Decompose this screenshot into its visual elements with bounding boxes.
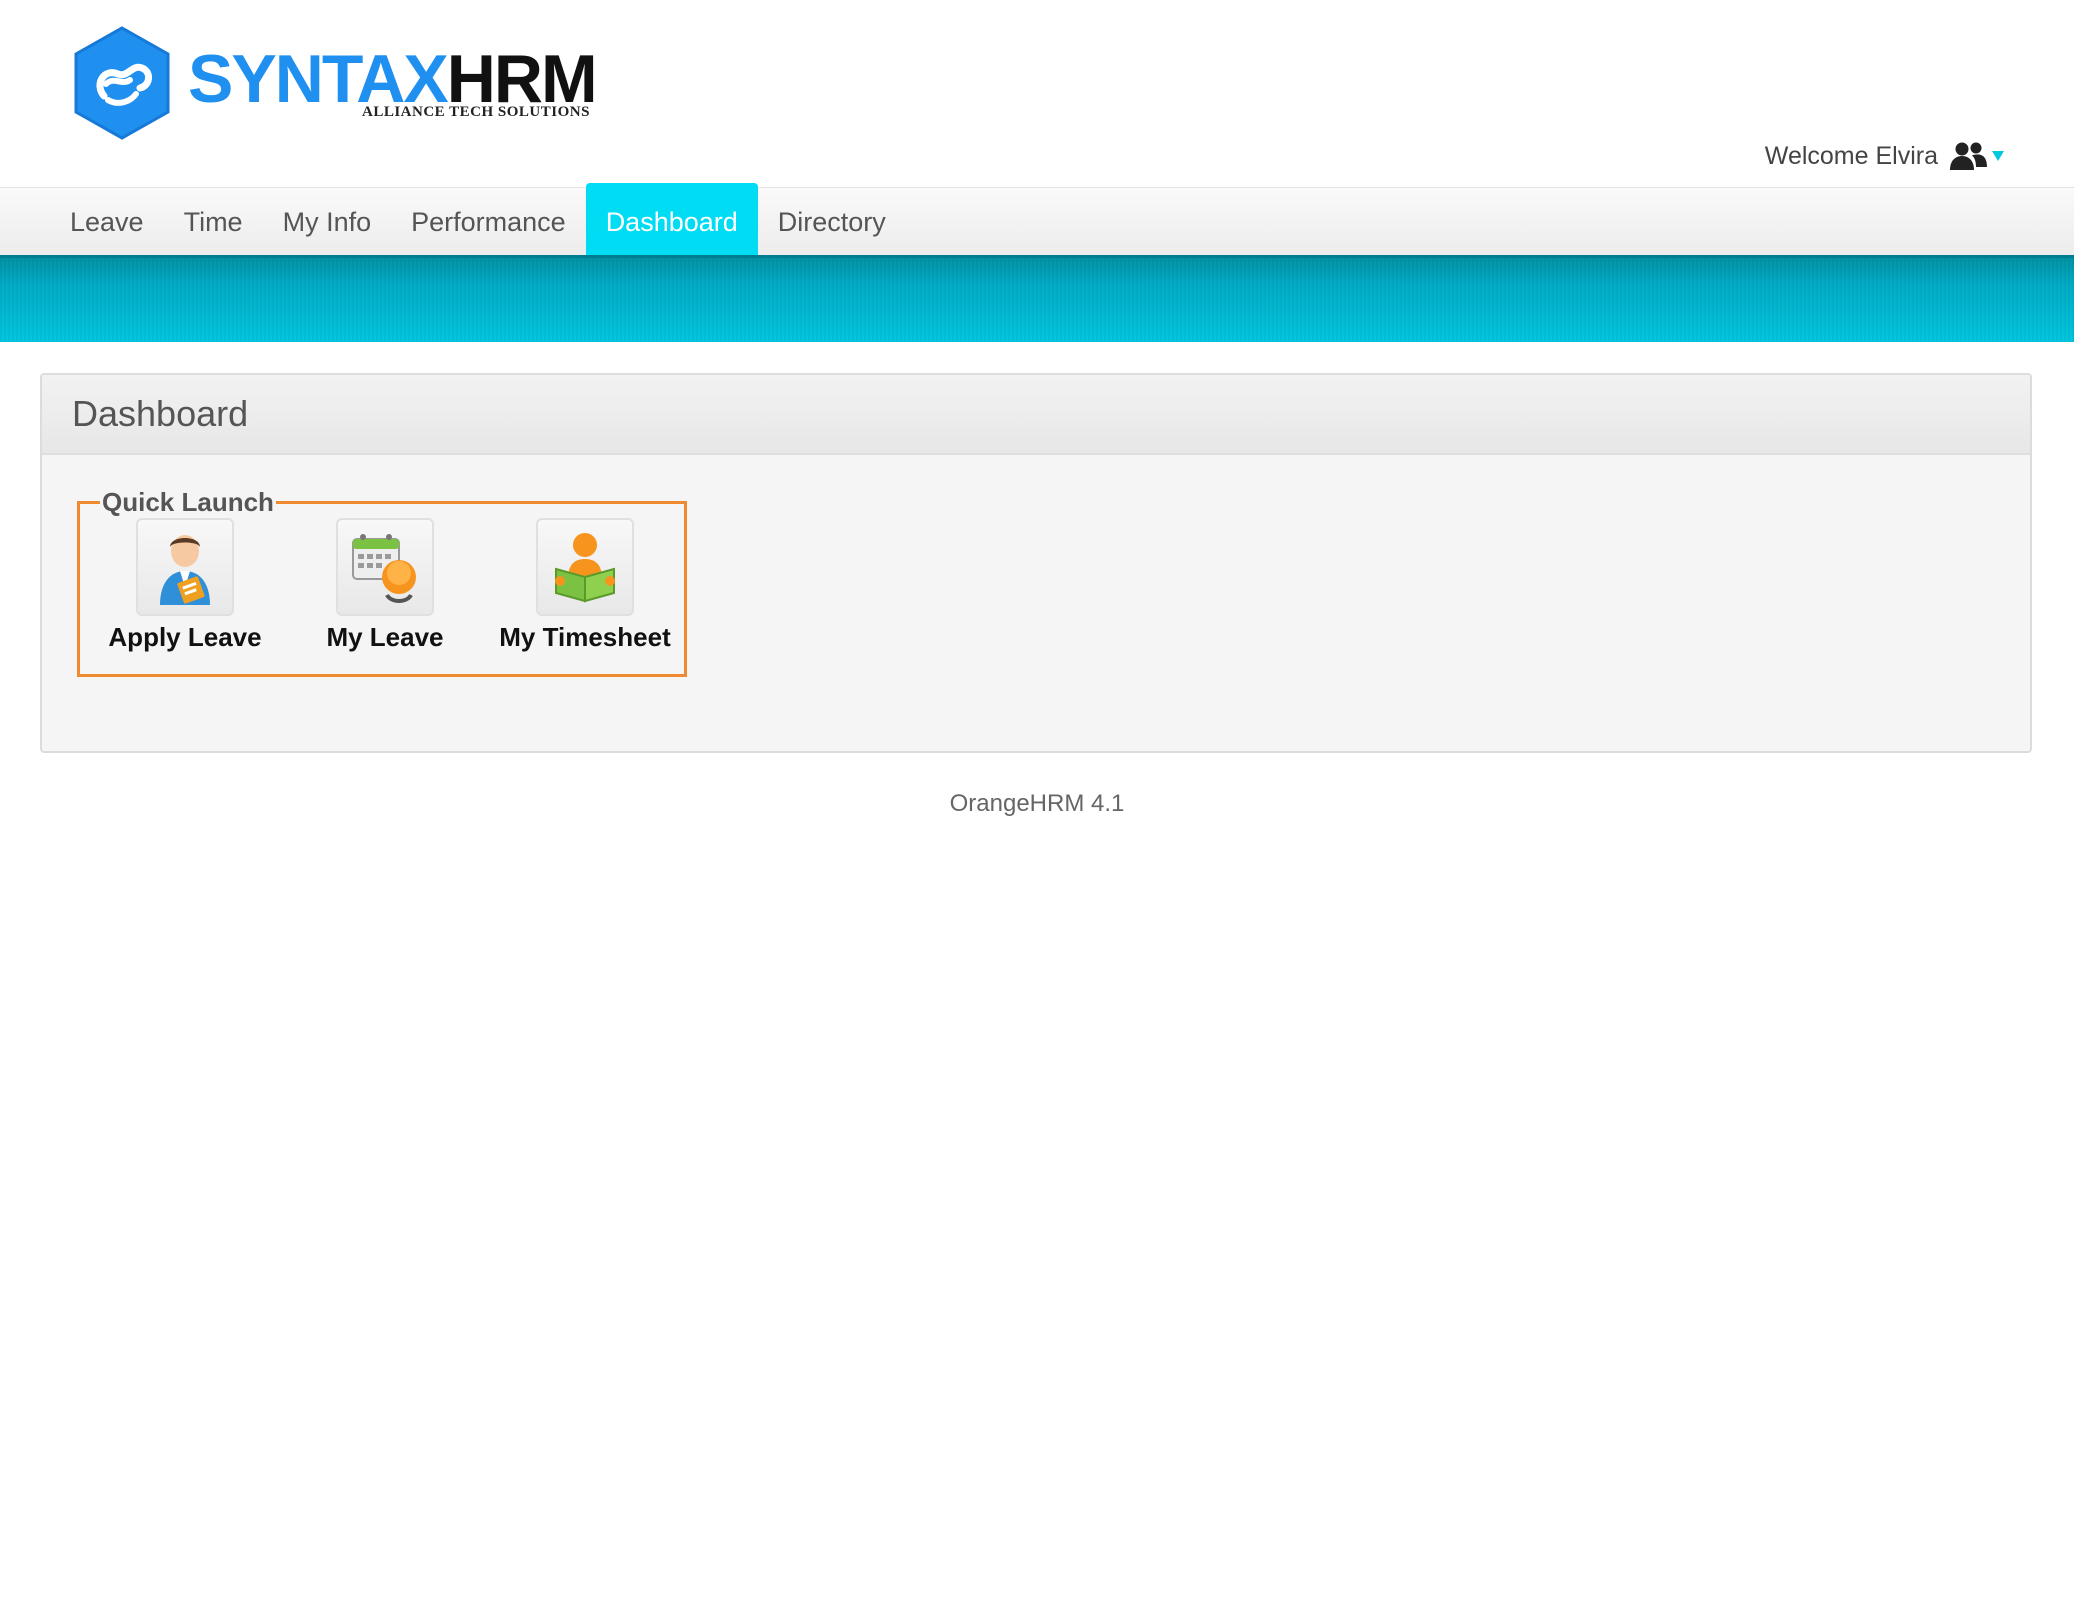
welcome-menu[interactable]: Welcome Elvira <box>1765 138 2004 174</box>
my-timesheet-icon[interactable] <box>550 529 620 605</box>
menu-item-my-info[interactable]: My Info <box>263 188 392 256</box>
dashboard-panel-header: Dashboard <box>42 375 2030 455</box>
my-leave-icon-box[interactable] <box>336 518 434 616</box>
main-menu-items: Leave Time My Info Performance Dashboard… <box>50 183 906 256</box>
my-timesheet-icon-box[interactable] <box>536 518 634 616</box>
menu-banner <box>0 255 2074 342</box>
apply-leave-label[interactable]: Apply Leave <box>90 622 280 653</box>
quick-launch-group: Quick Launch Apply Leave My Leave My Tim… <box>77 485 687 677</box>
menu-item-directory[interactable]: Directory <box>758 188 906 256</box>
main-menu: Leave Time My Info Performance Dashboard… <box>0 183 2074 256</box>
quick-launch-my-leave[interactable]: My Leave <box>290 518 480 668</box>
logo-tagline: ALLIANCE TECH SOLUTIONS <box>362 104 590 120</box>
caret-down-icon[interactable] <box>1992 151 2004 161</box>
syntax-logo-icon <box>74 26 170 140</box>
my-leave-icon[interactable] <box>347 529 423 605</box>
menu-item-performance[interactable]: Performance <box>391 188 586 256</box>
quick-launch-legend: Quick Launch <box>100 485 276 519</box>
page-title: Dashboard <box>72 393 249 434</box>
my-timesheet-label[interactable]: My Timesheet <box>490 622 680 653</box>
menu-item-time[interactable]: Time <box>164 188 263 256</box>
footer-version: OrangeHRM 4.1 <box>949 790 1125 817</box>
brand-logo[interactable]: SYNTAXHRM ALLIANCE TECH SOLUTIONS <box>70 24 598 144</box>
dashboard-panel: Dashboard Quick Launch Apply Leave My Le… <box>40 373 2032 753</box>
quick-launch-apply-leave[interactable]: Apply Leave <box>90 518 280 668</box>
my-leave-label[interactable]: My Leave <box>290 622 480 653</box>
users-icon[interactable] <box>1948 140 1988 172</box>
welcome-text[interactable]: Welcome Elvira <box>1765 142 1938 171</box>
menu-item-leave[interactable]: Leave <box>50 188 164 256</box>
apply-leave-icon-box[interactable] <box>136 518 234 616</box>
menu-item-dashboard[interactable]: Dashboard <box>585 183 758 256</box>
apply-leave-icon[interactable] <box>150 527 220 607</box>
quick-launch-my-timesheet[interactable]: My Timesheet <box>490 518 680 668</box>
page-header: SYNTAXHRM ALLIANCE TECH SOLUTIONS Welcom… <box>0 0 2074 186</box>
